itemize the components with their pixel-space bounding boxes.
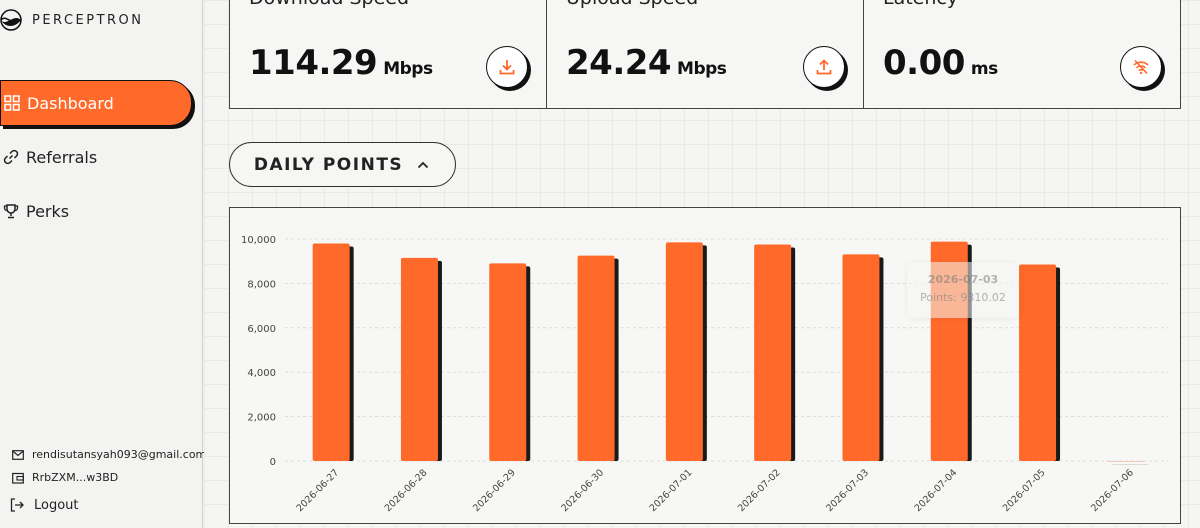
logout-button[interactable]: Logout (10, 497, 79, 513)
account-email: rendisutansyah093@gmail.com (32, 448, 207, 461)
wifi-off-icon (1133, 59, 1149, 75)
nav-item-label: Dashboard (27, 93, 114, 113)
stat-value: 24.24 Mbps (566, 43, 727, 83)
x-tick-label: 2026-06-27 (294, 467, 341, 514)
bar-2026-07-06[interactable] (1107, 461, 1145, 462)
y-tick-label: 10,000 (241, 235, 276, 246)
x-tick-label: 2026-07-03 (824, 467, 871, 514)
link-icon (2, 148, 20, 166)
download-icon (499, 60, 515, 75)
stat-download: Download Speed 114.29Mbps (230, 0, 547, 108)
upload-button[interactable] (803, 46, 845, 88)
account-wallet: RrbZXM...w3BD (32, 471, 119, 484)
perceptron-logo-icon (0, 9, 22, 31)
nav-item-dashboard[interactable]: Dashboard (0, 80, 192, 126)
bar-2026-06-30[interactable] (577, 255, 615, 461)
x-tick-label: 2026-06-28 (383, 467, 430, 514)
y-tick-label: 0 (270, 457, 276, 468)
download-button[interactable] (486, 46, 528, 88)
bar-2026-06-27[interactable] (312, 243, 350, 461)
bar-2026-07-05[interactable] (1019, 264, 1057, 461)
stat-value: 0.00 ms (883, 43, 998, 83)
stat-label: Upload Speed (566, 0, 698, 9)
bar-shadow (1111, 464, 1149, 465)
tooltip-text: Points: 9310.02 (920, 291, 1006, 304)
chart-tooltip: 2026-07-03 Points: 9310.02 (907, 262, 1019, 318)
x-tick-label: 2026-06-30 (559, 467, 606, 514)
grid-icon (3, 94, 21, 112)
bar-2026-06-28[interactable] (400, 257, 438, 461)
main-content: Download Speed 114.29Mbps Upload Speed 2… (204, 0, 1200, 528)
nav-item-label: Referrals (26, 147, 98, 167)
bar-2026-06-29[interactable] (489, 263, 527, 461)
x-tick-label: 2026-07-04 (913, 467, 960, 514)
bar-2026-07-02[interactable] (754, 244, 792, 461)
nav-item-perks[interactable]: Perks (0, 189, 192, 233)
x-tick-label: 2026-07-05 (1001, 467, 1048, 514)
logout-label: Logout (34, 497, 79, 513)
x-tick-label: 2026-07-01 (648, 467, 695, 514)
tooltip-date: 2026-07-03 (927, 273, 999, 286)
daily-points-label: DAILY POINTS (253, 154, 404, 175)
stat-upload: Upload Speed 24.24Mbps (547, 0, 864, 108)
account-email-row: rendisutansyah093@gmail.com (12, 448, 206, 461)
stat-value: 114.29 Mbps (249, 43, 433, 83)
y-tick-label: 4,000 (247, 368, 276, 379)
daily-points-toggle[interactable]: DAILY POINTS (229, 142, 456, 187)
account-wallet-row: RrbZXM...w3BD (12, 471, 118, 484)
sidebar: PERCEPTRON Dashboard Referrals Perks ren… (0, 0, 206, 528)
upload-icon (816, 59, 832, 75)
nav-item-referrals[interactable]: Referrals (0, 135, 192, 179)
daily-points-chart: 10,000 8,000 6,000 4,000 2,000 0 2026-06-27 202… (229, 207, 1181, 524)
x-tick-label: 2026-07-02 (736, 467, 783, 514)
y-tick-label: 2,000 (247, 413, 276, 424)
wallet-icon (12, 472, 24, 484)
stat-latency: Latency 0.00ms (864, 0, 1180, 108)
brand-name: PERCEPTRON (32, 12, 144, 28)
brand[interactable]: PERCEPTRON (0, 8, 144, 32)
stat-label: Download Speed (249, 0, 409, 9)
nav-item-label: Perks (26, 201, 70, 221)
chevron-up-icon (417, 158, 431, 172)
x-tick-label: 2026-06-29 (471, 467, 518, 514)
trophy-icon (2, 202, 20, 220)
y-tick-label: 6,000 (247, 324, 276, 335)
stats-panel: Download Speed 114.29Mbps Upload Speed 2… (229, 0, 1181, 109)
bar-chart: 10,000 8,000 6,000 4,000 2,000 0 2026-06-27 202… (241, 235, 1168, 514)
y-tick-label: 8,000 (247, 279, 276, 290)
bar-2026-07-03[interactable] (842, 254, 880, 461)
latency-button[interactable] (1120, 46, 1162, 88)
bar-2026-07-01[interactable] (665, 242, 703, 461)
logout-icon (10, 497, 26, 513)
mail-icon (12, 449, 24, 461)
x-tick-label: 2026-07-06 (1089, 467, 1136, 514)
stat-label: Latency (883, 0, 958, 9)
